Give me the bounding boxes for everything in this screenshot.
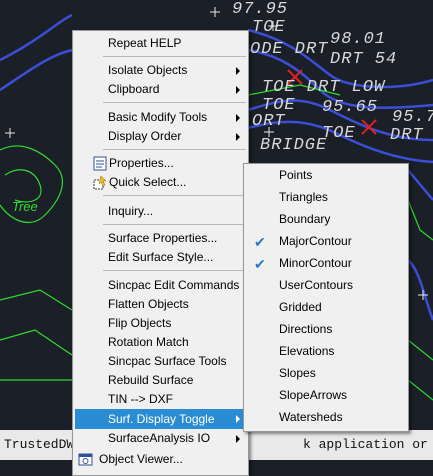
drawing-label: BRIDGE	[260, 136, 328, 155]
submenu-item-label: Gridded	[279, 300, 322, 314]
checkmark-icon: ✔	[254, 234, 266, 250]
menu-item-label: Flatten Objects	[108, 297, 189, 311]
submenu-item-boundary[interactable]: Boundary	[246, 210, 406, 229]
menu-item-label: Inquiry...	[108, 204, 154, 218]
submenu-item-triangles[interactable]: Triangles	[246, 188, 406, 207]
menu-item-repeat-help[interactable]: Repeat HELP	[75, 34, 246, 53]
menu-item-sincpac-surface-tools[interactable]: Sincpac Surface Tools	[75, 352, 246, 371]
menu-separator	[103, 195, 246, 196]
menu-item-properties[interactable]: Properties...	[75, 154, 246, 173]
drawing-label: DRT 1	[390, 126, 433, 145]
submenu-arrow-icon	[236, 435, 240, 443]
menu-item-isolate-objects[interactable]: Isolate Objects	[75, 61, 246, 80]
menu-separator	[103, 149, 246, 150]
menu-item-object-viewer[interactable]: Object Viewer...	[75, 450, 246, 469]
menu-item-label: Rebuild Surface	[108, 373, 194, 387]
submenu-arrow-icon	[236, 67, 240, 75]
submenu-item-elevations[interactable]: Elevations	[246, 342, 406, 361]
properties-icon	[93, 156, 107, 171]
menu-item-tin-to-dxf[interactable]: TIN --> DXF	[75, 390, 246, 409]
menu-separator	[103, 224, 246, 225]
context-menu: Repeat HELP Isolate Objects Clipboard Ba…	[72, 30, 249, 476]
menu-item-label: Flip Objects	[108, 316, 172, 330]
menu-item-label: Basic Modify Tools	[108, 110, 208, 124]
menu-item-display-order[interactable]: Display Order	[75, 127, 246, 146]
submenu-item-label: Watersheds	[279, 410, 343, 424]
submenu-arrow-icon	[236, 86, 240, 94]
menu-separator	[103, 270, 246, 271]
submenu-item-label: Elevations	[279, 344, 335, 358]
menu-item-surfaceanalysis-io[interactable]: SurfaceAnalysis IO	[75, 429, 246, 448]
menu-item-flip-objects[interactable]: Flip Objects	[75, 314, 246, 333]
menu-item-rotation-match[interactable]: Rotation Match	[75, 333, 246, 352]
menu-item-label: Surface Properties...	[108, 231, 218, 245]
menu-item-label: Isolate Objects	[108, 63, 188, 77]
menu-item-rebuild-surface[interactable]: Rebuild Surface	[75, 371, 246, 390]
menu-item-surf-display-toggle[interactable]: Surf. Display Toggle	[75, 409, 246, 429]
menu-separator	[103, 102, 246, 103]
submenu-arrow-icon	[236, 114, 240, 122]
submenu-item-majorcontour[interactable]: ✔ MajorContour	[246, 232, 406, 251]
drawing-label: 95.7	[392, 108, 433, 127]
command-line-text-right: k application or Autodesk	[303, 437, 433, 452]
menu-item-quick-select[interactable]: Quick Select...	[75, 173, 246, 192]
menu-item-flatten-objects[interactable]: Flatten Objects	[75, 295, 246, 314]
submenu-item-label: MinorContour	[279, 256, 352, 270]
menu-item-label: Display Order	[108, 129, 182, 143]
drawing-label: DRT 54	[330, 50, 398, 69]
surf-display-toggle-submenu: Points Triangles Boundary ✔ MajorContour…	[243, 163, 409, 432]
menu-item-basic-modify-tools[interactable]: Basic Modify Tools	[75, 108, 246, 127]
submenu-item-label: Triangles	[279, 190, 328, 204]
menu-item-label: Rotation Match	[108, 335, 189, 349]
menu-item-surface-properties[interactable]: Surface Properties...	[75, 229, 246, 248]
menu-item-label: Repeat HELP	[108, 36, 182, 50]
menu-item-clipboard[interactable]: Clipboard	[75, 80, 246, 99]
menu-item-label: Sincpac Surface Tools	[108, 354, 227, 368]
submenu-item-label: UserContours	[279, 278, 354, 292]
submenu-item-watersheds[interactable]: Watersheds	[246, 408, 406, 427]
object-viewer-icon	[78, 453, 93, 466]
submenu-item-minorcontour[interactable]: ✔ MinorContour	[246, 254, 406, 273]
drawing-label: TOE	[252, 18, 286, 37]
drawing-label: TOE DRT LOW	[262, 78, 386, 97]
submenu-item-usercontours[interactable]: UserContours	[246, 276, 406, 295]
submenu-item-gridded[interactable]: Gridded	[246, 298, 406, 317]
menu-item-label: Clipboard	[108, 82, 160, 96]
menu-item-label: Sincpac Edit Commands	[108, 278, 240, 292]
menu-separator	[103, 56, 246, 57]
drawing-label: ORT	[252, 112, 286, 131]
submenu-item-label: Boundary	[279, 212, 331, 226]
menu-item-inquiry[interactable]: Inquiry...	[75, 202, 246, 221]
menu-item-label: Surf. Display Toggle	[108, 412, 215, 426]
submenu-item-points[interactable]: Points	[246, 166, 406, 185]
menu-item-label: TIN --> DXF	[108, 392, 173, 406]
menu-item-label: SurfaceAnalysis IO	[108, 431, 211, 445]
submenu-item-slopes[interactable]: Slopes	[246, 364, 406, 383]
menu-item-sincpac-edit-commands[interactable]: Sincpac Edit Commands	[75, 276, 246, 295]
drawing-label: 95.65	[322, 98, 379, 117]
submenu-item-label: Directions	[279, 322, 333, 336]
submenu-item-label: Points	[279, 168, 313, 182]
submenu-item-label: SlopeArrows	[279, 388, 348, 402]
menu-item-label: Edit Surface Style...	[108, 250, 214, 264]
menu-item-edit-surface-style[interactable]: Edit Surface Style...	[75, 248, 246, 267]
submenu-item-slopearrows[interactable]: SlopeArrows	[246, 386, 406, 405]
command-line-text-left: TrustedDW	[4, 437, 75, 452]
drawing-label: ODE DRT	[250, 40, 329, 59]
drawing-label: 98.01	[330, 30, 387, 49]
menu-item-label: Quick Select...	[109, 175, 187, 189]
checkmark-icon: ✔	[254, 256, 266, 272]
menu-item-label: Object Viewer...	[99, 452, 183, 466]
submenu-item-label: Slopes	[279, 366, 316, 380]
submenu-item-directions[interactable]: Directions	[246, 320, 406, 339]
tree-label: Tree	[12, 199, 38, 214]
submenu-arrow-icon	[236, 133, 240, 141]
menu-item-label: Properties...	[109, 156, 174, 170]
drawing-label: 97.95	[232, 0, 289, 19]
submenu-item-label: MajorContour	[279, 234, 352, 248]
quick-select-icon	[93, 175, 107, 190]
submenu-arrow-icon	[236, 415, 240, 423]
